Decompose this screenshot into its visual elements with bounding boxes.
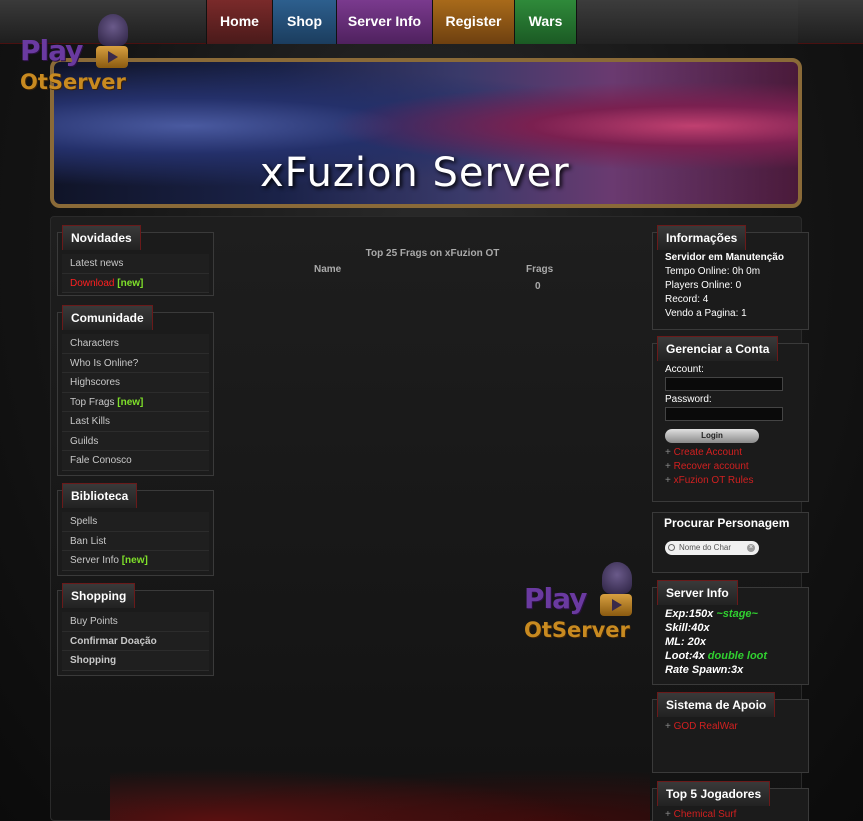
menu-server-info-label: Server Info — [70, 555, 119, 566]
loot-note: double loot — [707, 650, 768, 662]
menu-guilds[interactable]: Guilds — [62, 431, 209, 451]
top-frags-title: Top 25 Frags on xFuzion OT — [365, 248, 500, 259]
play-button-icon — [96, 46, 128, 68]
logo-otserver-text: OtServer — [20, 70, 126, 94]
players-online-text: Players Online: 0 — [665, 280, 742, 291]
support-item[interactable]: + GOD RealWar — [657, 720, 804, 734]
nav-shop[interactable]: Shop — [272, 0, 336, 44]
spawn-rate: Rate Spawn:3x — [665, 664, 744, 676]
menu-download-label: Download — [70, 277, 115, 289]
menu-latest-news[interactable]: Latest news — [62, 254, 209, 274]
menu-server-info[interactable]: Server Info [new] — [62, 551, 209, 571]
menu-confirmar-doacao[interactable]: Confirmar Doação — [62, 631, 209, 651]
loot-rate: Loot:4x double loot — [657, 649, 804, 663]
play-button-icon — [600, 594, 632, 616]
logo-play-text: Play — [20, 34, 83, 67]
logo-play-text: Play — [524, 582, 587, 615]
recover-account-link[interactable]: + Recover account — [657, 460, 804, 474]
banner-title: xFuzion Server — [260, 150, 570, 196]
nav-server-info[interactable]: Server Info — [336, 0, 432, 44]
menu-download[interactable]: Download [new] — [62, 273, 209, 293]
menu-top-frags[interactable]: Top Frags [new] — [62, 392, 209, 412]
server-info-title: Server Info — [657, 580, 738, 605]
search-box: Procurar Personagem Nome do Char × — [652, 512, 809, 573]
biblioteca-box: Biblioteca Spells Ban List Server Info [… — [57, 483, 214, 576]
server-info-box: Server Info Exp:150x ~stage~ Skill:40x M… — [652, 580, 809, 685]
main-nav: Home Shop Server Info Register Wars — [206, 0, 798, 44]
password-input[interactable] — [665, 407, 783, 421]
clear-icon[interactable]: × — [747, 544, 755, 552]
wizard-icon — [98, 14, 128, 46]
exp-stage-note: ~stage~ — [716, 608, 758, 620]
viewing-page-text: Vendo a Pagina: 1 — [665, 308, 747, 319]
server-status: Servidor em Manutenção — [665, 252, 784, 263]
watermark-logo-inner: Play OtServer — [522, 560, 642, 644]
create-account-link[interactable]: + Create Account — [657, 446, 804, 460]
rules-label: xFuzion OT Rules — [673, 475, 754, 486]
shopping-title: Shopping — [62, 583, 136, 608]
menu-buy-points[interactable]: Buy Points — [62, 612, 209, 632]
nav-wars[interactable]: Wars — [514, 0, 576, 44]
top5-item[interactable]: + Chemical Surf — [657, 808, 804, 821]
account-box: Gerenciar a Conta Account: Password: Log… — [652, 336, 809, 502]
menu-last-kills[interactable]: Last Kills — [62, 412, 209, 432]
password-label: Password: — [665, 394, 712, 405]
new-badge: [new] — [121, 555, 148, 566]
top5-item-label: Chemical Surf — [673, 809, 737, 820]
menu-highscores[interactable]: Highscores — [62, 373, 209, 393]
character-search-input[interactable]: Nome do Char × — [665, 541, 759, 555]
frags-value: 0 — [535, 281, 541, 292]
menu-who-is-online[interactable]: Who Is Online? — [62, 353, 209, 373]
informacoes-title: Informações — [657, 225, 747, 250]
uptime-text: Tempo Online: 0h 0m — [665, 266, 761, 277]
support-item-label: GOD RealWar — [673, 721, 738, 732]
skill-rate: Skill:40x — [665, 622, 710, 634]
column-header-name: Name — [314, 264, 342, 275]
column-header-frags: Frags — [526, 264, 554, 275]
new-badge: [new] — [117, 277, 144, 289]
site-banner: xFuzion Server — [50, 58, 802, 208]
top5-box: Top 5 Jogadores + Chemical Surf — [652, 781, 809, 821]
account-input[interactable] — [665, 377, 783, 391]
wizard-icon — [602, 562, 632, 594]
watermark-logo: Play OtServer — [522, 560, 642, 644]
logo-otserver-text: OtServer — [524, 618, 630, 642]
loot-rate-value: Loot:4x — [665, 650, 705, 662]
rules-link[interactable]: + xFuzion OT Rules — [657, 474, 804, 488]
search-box-title: Procurar Personagem — [664, 516, 790, 530]
exp-rate: Exp:150x ~stage~ — [657, 607, 804, 621]
menu-spells[interactable]: Spells — [62, 512, 209, 532]
exp-rate-value: Exp:150x — [665, 608, 714, 620]
comunidade-title: Comunidade — [62, 305, 153, 330]
search-placeholder: Nome do Char — [679, 543, 732, 552]
new-badge: [new] — [117, 396, 144, 408]
record-text: Record: 4 — [665, 294, 709, 305]
nav-home[interactable]: Home — [206, 0, 272, 44]
comunidade-box: Comunidade Characters Who Is Online? Hig… — [57, 305, 214, 476]
menu-characters[interactable]: Characters — [62, 334, 209, 354]
support-title: Sistema de Apoio — [657, 692, 776, 717]
site-logo[interactable]: Play OtServer — [18, 12, 138, 96]
search-icon — [668, 544, 675, 551]
account-label: Account: — [665, 364, 704, 375]
menu-fale-conosco[interactable]: Fale Conosco — [62, 451, 209, 471]
menu-shopping[interactable]: Shopping — [62, 651, 209, 671]
menu-ban-list[interactable]: Ban List — [62, 531, 209, 551]
background-decoration — [110, 760, 650, 821]
novidades-title: Novidades — [62, 225, 141, 250]
menu-top-frags-label: Top Frags — [70, 396, 115, 408]
ml-rate: ML: 20x — [665, 636, 706, 648]
informacoes-box: Informações Servidor em Manutenção Tempo… — [652, 225, 809, 330]
recover-account-label: Recover account — [673, 461, 749, 472]
nav-empty-area — [576, 0, 798, 44]
top5-title: Top 5 Jogadores — [657, 781, 771, 806]
create-account-label: Create Account — [673, 447, 742, 458]
account-box-title: Gerenciar a Conta — [657, 336, 779, 361]
biblioteca-title: Biblioteca — [62, 483, 138, 508]
shopping-box: Shopping Buy Points Confirmar Doação Sho… — [57, 583, 214, 676]
support-box: Sistema de Apoio + GOD RealWar — [652, 692, 809, 773]
nav-register[interactable]: Register — [432, 0, 514, 44]
novidades-box: Novidades Latest news Download [new] — [57, 225, 214, 296]
login-button[interactable]: Login — [665, 429, 759, 443]
